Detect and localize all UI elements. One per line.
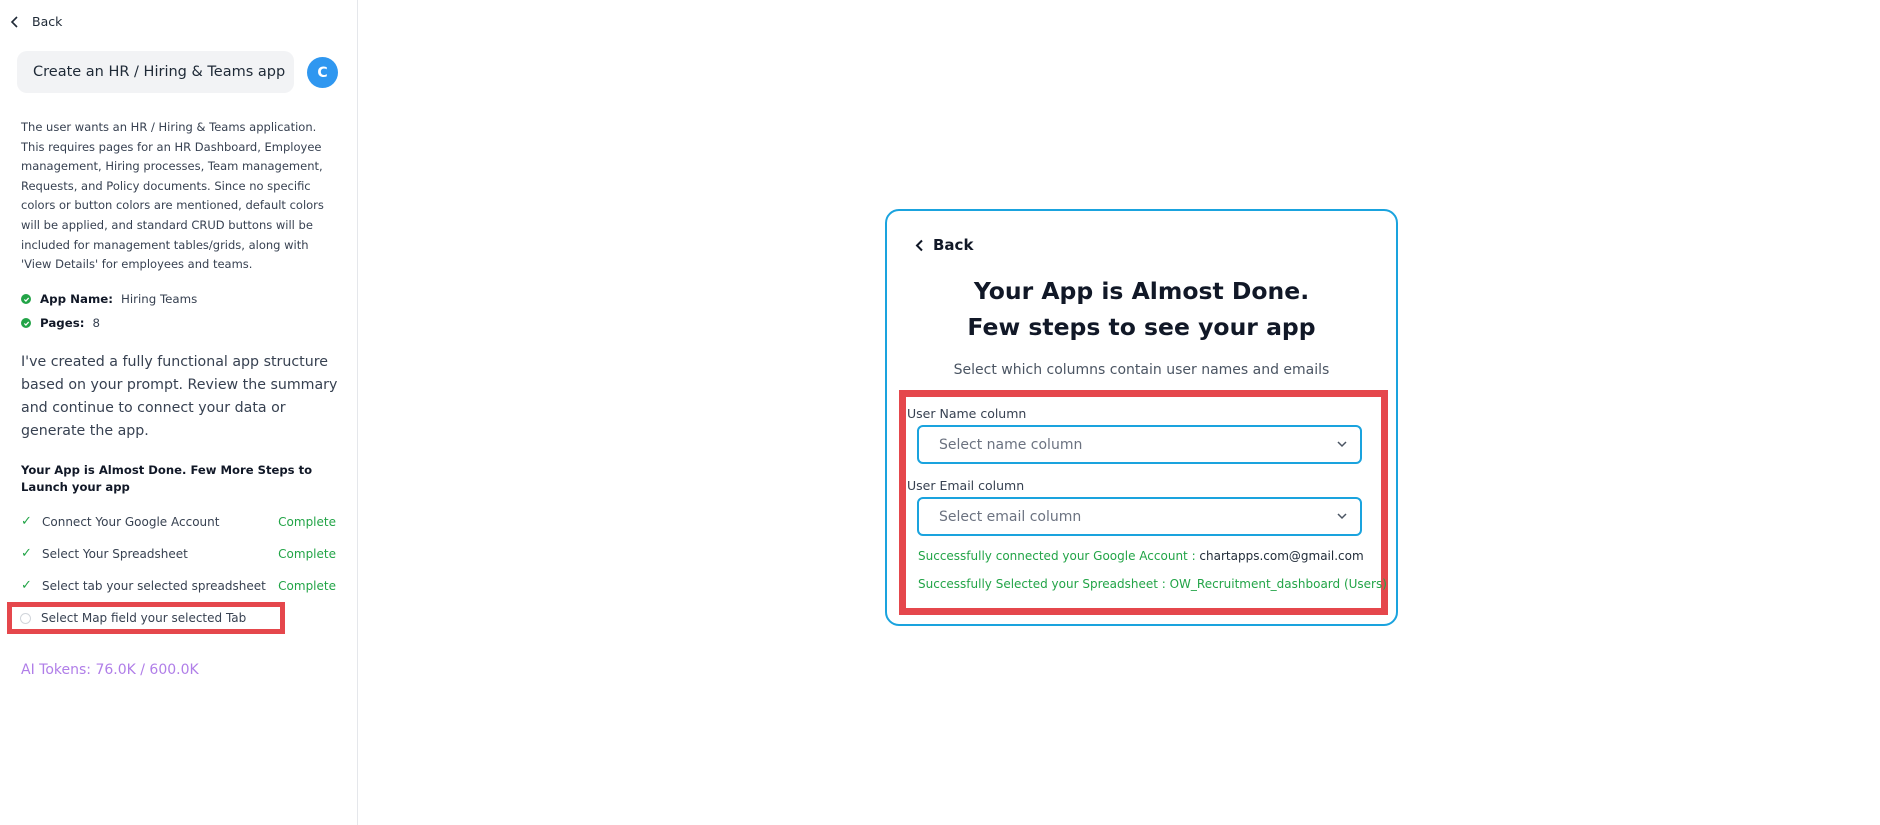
pages-value: 8: [92, 316, 100, 330]
step-status: Complete: [278, 578, 336, 593]
check-circle-icon: [21, 294, 31, 304]
ai-tokens-counter: AI Tokens: 76.0K / 600.0K: [21, 662, 199, 678]
user-prompt-bubble: Create an HR / Hiring & Teams app: [17, 51, 294, 93]
step-status: Complete: [278, 514, 336, 529]
chevron-down-icon: [1337, 441, 1347, 448]
app-name-row: App Name: Hiring Teams: [21, 292, 197, 306]
step-item: ✓ Select tab your selected spreadsheet C…: [21, 578, 336, 593]
user-name-select-placeholder: Select name column: [939, 436, 1083, 453]
card-back-button[interactable]: Back: [915, 236, 973, 254]
checkmark-icon: ✓: [21, 546, 32, 561]
avatar[interactable]: C: [307, 57, 338, 88]
google-success-prefix: Successfully connected your Google Accou…: [918, 549, 1200, 563]
steps-heading: Your App is Almost Done. Few More Steps …: [21, 463, 313, 494]
created-message: I've created a fully functional app stru…: [21, 354, 338, 439]
chevron-down-icon: [1337, 513, 1347, 520]
user-email-select-placeholder: Select email column: [939, 508, 1082, 525]
step-item-current: Select Map field your selected Tab: [7, 602, 285, 634]
step-item: ✓ Select Your Spreadsheet Complete: [21, 546, 336, 561]
app-name-label: App Name:: [40, 292, 113, 306]
pages-row: Pages: 8: [21, 316, 100, 330]
user-email-column-select[interactable]: Select email column: [917, 497, 1362, 536]
user-name-column-select[interactable]: Select name column: [917, 425, 1362, 464]
pages-label: Pages:: [40, 316, 85, 330]
card-subtitle: Select which columns contain user names …: [953, 362, 1330, 378]
step-status: Complete: [278, 546, 336, 561]
user-email-column-label: User Email column: [907, 478, 1025, 493]
step-label: Select tab your selected spreadsheet: [42, 578, 266, 593]
ai-summary-text: The user wants an HR / Hiring & Teams ap…: [21, 120, 324, 272]
pending-circle-icon: [20, 612, 31, 624]
sidebar: Back Create an HR / Hiring & Teams app C…: [0, 0, 358, 825]
step-item: ✓ Connect Your Google Account Complete: [21, 514, 336, 529]
chevron-left-icon: [10, 15, 18, 28]
column-mapping-card: Back Your App is Almost Done. Few steps …: [885, 209, 1398, 626]
chevron-left-icon: [915, 239, 923, 251]
step-label: Select Map field your selected Tab: [41, 611, 247, 625]
google-account-email: chartapps.com@gmail.com: [1199, 549, 1364, 563]
spreadsheet-success-message: Successfully Selected your Spreadsheet :…: [918, 577, 1387, 591]
user-prompt-text: Create an HR / Hiring & Teams app: [33, 64, 286, 80]
card-title-line2: Few steps to see your app: [967, 313, 1316, 341]
sidebar-back-button[interactable]: Back: [10, 14, 62, 29]
sheet-success-prefix: Successfully Selected your Spreadsheet :: [918, 577, 1170, 591]
spreadsheet-name: OW_Recruitment_dashboard (Users): [1169, 577, 1387, 591]
user-name-column-label: User Name column: [907, 406, 1027, 421]
google-account-success-message: Successfully connected your Google Accou…: [918, 549, 1364, 563]
sidebar-back-label: Back: [32, 14, 63, 29]
app-name-value: Hiring Teams: [120, 292, 198, 306]
checkmark-icon: ✓: [21, 514, 32, 529]
check-circle-icon: [21, 318, 31, 328]
avatar-initial: C: [317, 64, 328, 81]
checkmark-icon: ✓: [21, 578, 32, 593]
step-label: Select Your Spreadsheet: [42, 546, 188, 561]
card-title-line1: Your App is Almost Done.: [973, 277, 1310, 305]
step-label: Connect Your Google Account: [42, 514, 220, 529]
card-back-label: Back: [933, 236, 974, 254]
